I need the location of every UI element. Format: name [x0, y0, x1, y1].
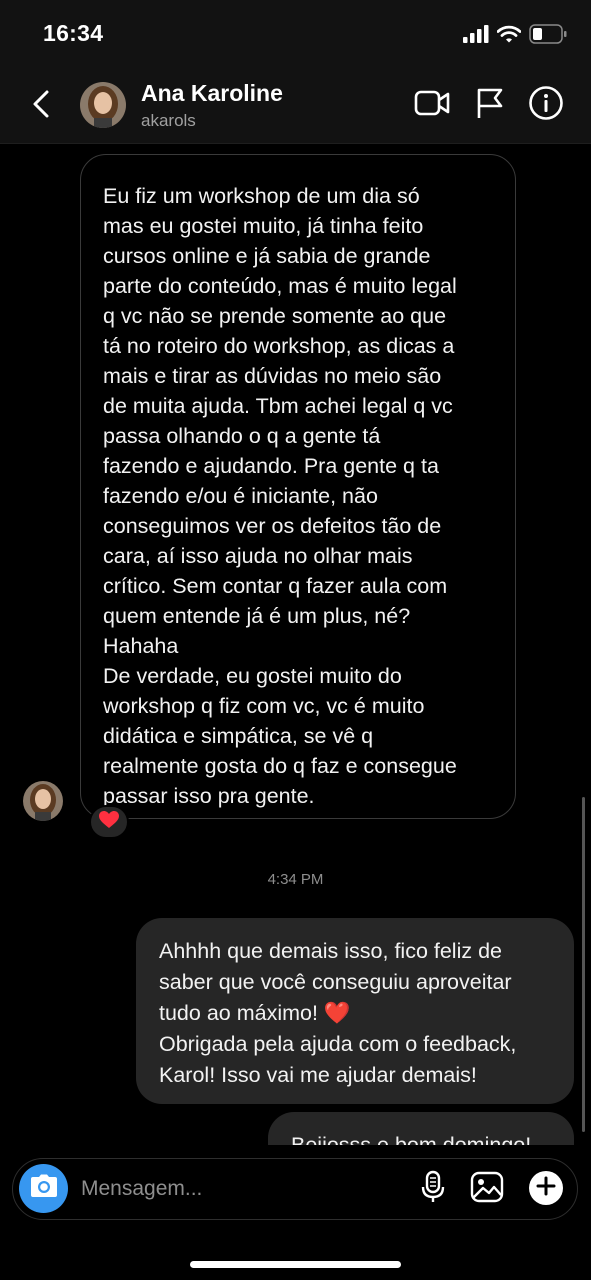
- battery-icon: [529, 24, 567, 49]
- dm-screen: 16:34 Ana Karoline akarols Eu fiz um wor…: [0, 0, 591, 1280]
- incoming-message-bubble[interactable]: Eu fiz um workshop de um dia só mas eu g…: [80, 154, 516, 819]
- message-composer: [12, 1158, 578, 1220]
- scrollbar[interactable]: [582, 797, 585, 1132]
- camera-button[interactable]: [19, 1164, 68, 1213]
- camera-icon: [30, 1174, 58, 1203]
- contact-name[interactable]: Ana Karoline: [141, 80, 283, 107]
- flag-icon: [475, 87, 505, 124]
- plus-icon: [536, 1176, 556, 1201]
- message-thread[interactable]: Eu fiz um workshop de um dia só mas eu g…: [0, 145, 591, 1145]
- gallery-icon: [470, 1171, 504, 1208]
- heart-icon: [99, 810, 119, 834]
- signal-icon: [463, 25, 489, 48]
- chat-header: Ana Karoline akarols: [0, 70, 591, 144]
- report-button[interactable]: [471, 87, 509, 123]
- back-button[interactable]: [24, 86, 58, 126]
- contact-avatar[interactable]: [80, 82, 126, 128]
- outgoing-message-text-2: Beijosss e bom domingo!: [291, 1133, 532, 1145]
- home-indicator[interactable]: [190, 1261, 401, 1268]
- outgoing-message-bubble[interactable]: Ahhhh que demais isso, fico feliz de sab…: [136, 918, 574, 1104]
- voice-message-button[interactable]: [415, 1170, 451, 1209]
- video-call-button[interactable]: [413, 87, 451, 123]
- status-icons: [463, 24, 567, 49]
- video-call-icon: [414, 89, 450, 122]
- outgoing-message-text: Ahhhh que demais isso, fico feliz de sab…: [159, 939, 517, 1087]
- wifi-icon: [496, 25, 522, 48]
- microphone-icon: [421, 1170, 445, 1209]
- incoming-message-text: Eu fiz um workshop de um dia só mas eu g…: [103, 184, 457, 808]
- info-button[interactable]: [527, 85, 565, 126]
- message-input[interactable]: [81, 1173, 401, 1205]
- gallery-button[interactable]: [469, 1171, 505, 1207]
- contact-handle: akarols: [141, 111, 196, 130]
- status-bar: 16:34: [0, 0, 591, 70]
- add-content-button[interactable]: [529, 1171, 563, 1205]
- info-icon: [528, 85, 564, 126]
- sender-avatar[interactable]: [23, 781, 63, 821]
- back-chevron-icon: [32, 89, 50, 124]
- outgoing-message-bubble-2[interactable]: Beijosss e bom domingo!: [268, 1112, 574, 1145]
- status-time: 16:34: [43, 20, 104, 46]
- message-timestamp: 4:34 PM: [267, 871, 324, 888]
- heart-reaction[interactable]: [89, 805, 129, 839]
